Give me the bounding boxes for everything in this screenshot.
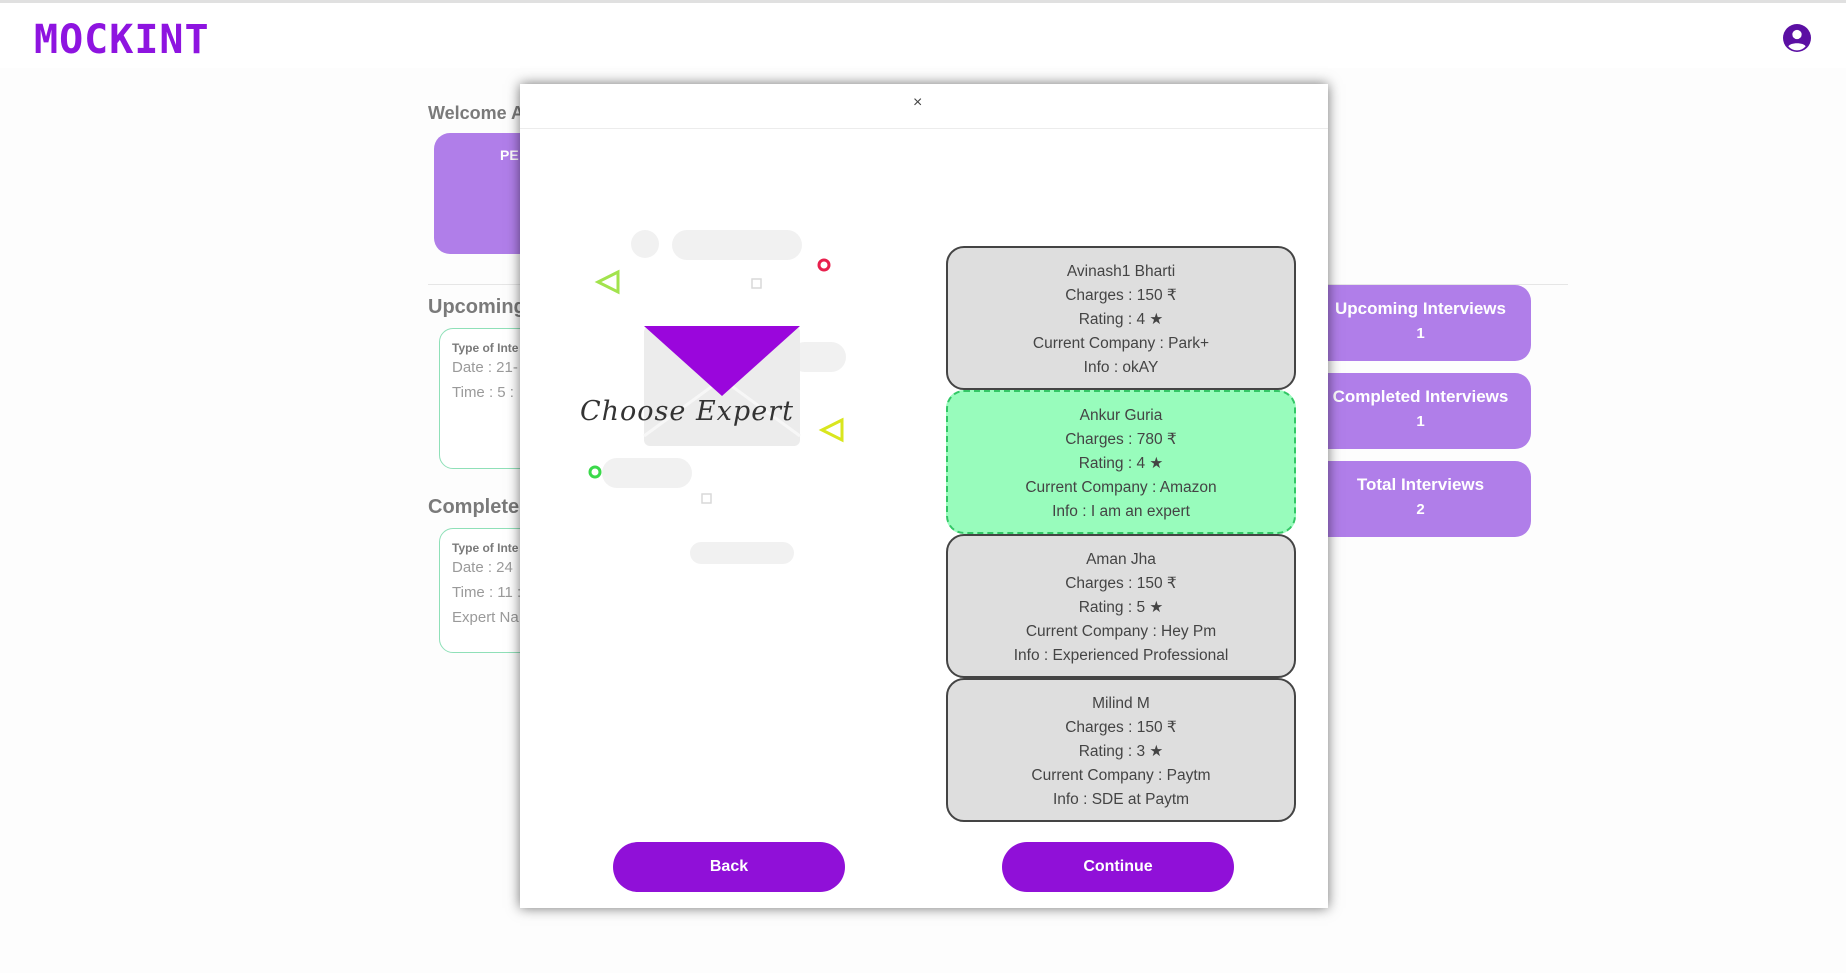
expert-rating: Rating : 3 ★ [1078,743,1164,760]
stat-value: 1 [1416,325,1425,342]
stat-value: 2 [1416,501,1425,518]
stat-label: Upcoming Interviews [1335,299,1506,318]
expert-company: Current Company : Paytm [1031,767,1211,784]
expert-info: Info : I am an expert [1052,503,1190,520]
app-header: MOCKINT [0,3,1846,68]
expert-company: Current Company : Hey Pm [1025,623,1217,640]
expert-company: Current Company : Park+ [1032,335,1210,352]
completed-interviews-stat[interactable]: Completed Interviews 1 [1310,373,1531,449]
expert-charges: Charges : 150 ₹ [1065,575,1177,592]
envelope-illustration-icon [588,230,846,564]
completed-heading: Complete [428,496,520,518]
account-circle-icon[interactable] [1783,24,1811,52]
back-button[interactable]: Back [613,842,845,892]
expert-card-milind[interactable]: Milind M Charges : 150 ₹ Rating : 3 ★ Cu… [946,678,1296,822]
upcoming-heading: Upcoming [428,296,526,318]
expert-card-avinash[interactable]: Avinash1 Bharti Charges : 150 ₹ Rating :… [946,246,1296,390]
expert-charges: Charges : 780 ₹ [1065,431,1177,448]
choose-expert-title: Choose Expert [580,396,794,427]
welcome-text: Welcome A [428,103,525,123]
stat-value: 1 [1416,413,1425,430]
choose-expert-modal: × Choose Expert Avinash1 Bharti Charges … [520,84,1328,908]
stat-label: Total Interviews [1356,475,1485,494]
total-interviews-stat[interactable]: Total Interviews 2 [1310,461,1531,537]
choose-expert-illustration [560,224,880,664]
expert-company: Current Company : Amazon [1025,479,1217,496]
expert-info: Info : SDE at Paytm [1052,791,1190,808]
modal-header: × [520,84,1328,129]
expert-info: Info : Experienced Professional [1013,647,1229,664]
expert-card-aman[interactable]: Aman Jha Charges : 150 ₹ Rating : 5 ★ Cu… [946,534,1296,678]
expert-list: Avinash1 Bharti Charges : 150 ₹ Rating :… [946,246,1296,822]
expert-info: Info : okAY [1083,359,1159,376]
mockint-logo[interactable]: MOCKINT [34,17,210,63]
close-icon[interactable]: × [913,94,922,112]
expert-rating: Rating : 5 ★ [1078,599,1164,616]
expert-name: Avinash1 Bharti [1066,263,1176,280]
expert-name: Ankur Guria [1079,407,1163,424]
continue-button[interactable]: Continue [1002,842,1234,892]
upcoming-interviews-stat[interactable]: Upcoming Interviews 1 [1310,285,1531,361]
expert-name: Milind M [1092,695,1150,712]
expert-rating: Rating : 4 ★ [1078,311,1164,328]
expert-name: Aman Jha [1086,551,1156,568]
profile-card-label: PE [500,147,519,163]
stat-label: Completed Interviews [1332,387,1509,406]
expert-card-ankur[interactable]: Ankur Guria Charges : 780 ₹ Rating : 4 ★… [946,390,1296,534]
expert-charges: Charges : 150 ₹ [1065,287,1177,304]
expert-charges: Charges : 150 ₹ [1065,719,1177,736]
expert-rating: Rating : 4 ★ [1078,455,1164,472]
